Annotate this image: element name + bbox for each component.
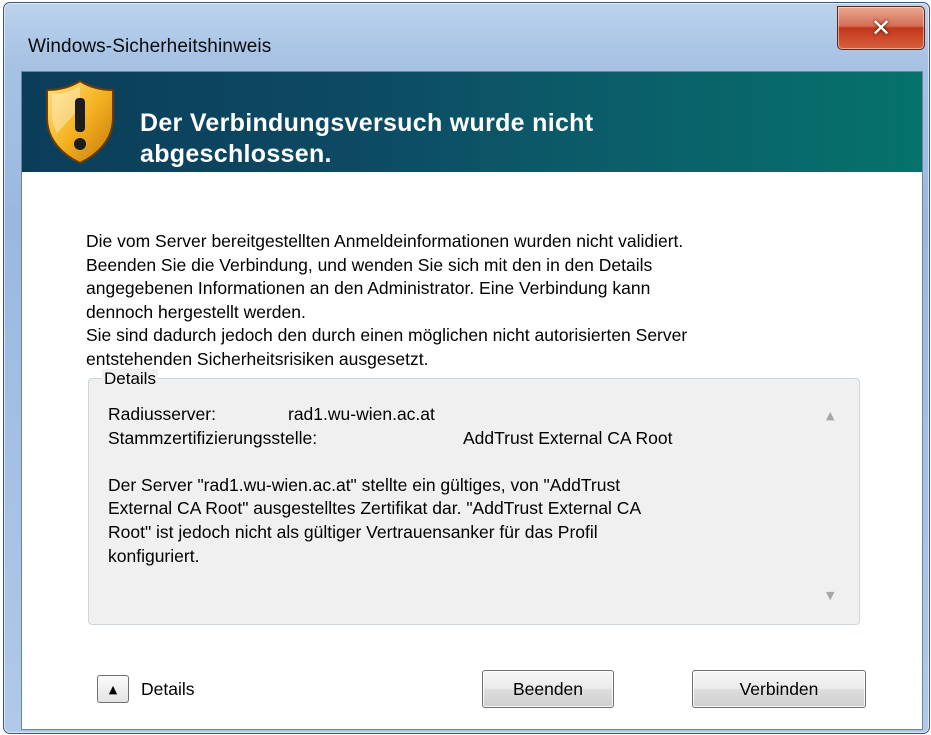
details-paragraph: Der Server "rad1.wu-wien.ac.at" stellte … — [108, 474, 642, 566]
chevron-up-icon: ▲ — [108, 682, 118, 696]
details-scrollbar[interactable]: ▲ ▼ — [818, 397, 852, 607]
details-legend: Details — [102, 369, 158, 389]
banner-title: Der Verbindungsversuch wurde nicht abges… — [140, 109, 594, 168]
dialog-window: Windows-Sicherheitshinweis ✕ Der Verbind… — [3, 2, 930, 734]
detail-row-radiusserver: Radiusserver: rad1.wu-wien.ac.at — [108, 403, 808, 427]
warning-shield-icon — [46, 79, 114, 165]
message-text: Die vom Server bereitgestellten Anmeldei… — [86, 231, 688, 369]
dialog-body: Der Verbindungsversuch wurde nicht abges… — [21, 71, 923, 730]
header-banner: Der Verbindungsversuch wurde nicht abges… — [22, 72, 922, 172]
scroll-down-arrow-icon[interactable]: ▼ — [826, 589, 834, 602]
details-groupbox: Details Radiusserver: rad1.wu-wien.ac.at… — [88, 369, 860, 625]
close-icon: ✕ — [870, 14, 892, 42]
details-toggle-button[interactable]: ▲ — [97, 675, 129, 703]
details-toggle-label[interactable]: Details — [141, 679, 195, 700]
window-title: Windows-Sicherheitshinweis — [28, 36, 272, 57]
detail-value: rad1.wu-wien.ac.at — [288, 404, 435, 424]
detail-row-root-ca: Stammzertifizierungsstelle: AddTrust Ext… — [108, 427, 808, 451]
close-button[interactable]: ✕ — [837, 6, 925, 50]
scroll-up-arrow-icon[interactable]: ▲ — [826, 409, 834, 422]
detail-key: Stammzertifizierungsstelle: — [108, 427, 318, 448]
cancel-button[interactable]: Beenden — [482, 670, 614, 708]
detail-value: AddTrust External CA Root — [463, 427, 673, 448]
details-content[interactable]: Radiusserver: rad1.wu-wien.ac.at Stammze… — [108, 403, 808, 568]
detail-key: Radiusserver: — [108, 404, 216, 424]
connect-button[interactable]: Verbinden — [692, 670, 866, 708]
details-toggle[interactable]: ▲ Details — [97, 675, 195, 703]
